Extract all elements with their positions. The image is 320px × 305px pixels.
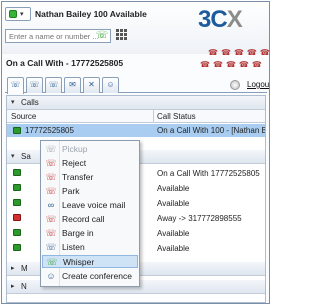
missed-calls-tab[interactable]: ☏ bbox=[26, 77, 43, 93]
active-call-icon bbox=[13, 127, 21, 134]
conference-icon[interactable]: ☎ bbox=[234, 48, 244, 57]
available-status-icon bbox=[13, 244, 21, 251]
presence-icon[interactable] bbox=[230, 80, 240, 90]
extension-status: Available bbox=[157, 244, 190, 253]
logo-x: X bbox=[226, 6, 243, 33]
voicemail-icon[interactable]: ☎ bbox=[226, 60, 236, 69]
chevron-down-icon: ▾ bbox=[20, 11, 24, 18]
menu-item-label: Barge in bbox=[62, 228, 94, 238]
active-call-row[interactable]: 17772525805 On a Call With 100 - [Nathan… bbox=[7, 124, 265, 137]
expand-icon: ▸ bbox=[11, 283, 15, 290]
menu-item-reject[interactable]: ☏ Reject bbox=[42, 157, 138, 170]
call-action-icons: ☎ ☎ ☎ ☎ ☎ bbox=[200, 60, 265, 69]
away-status-icon bbox=[13, 214, 21, 221]
user-status-name: Nathan Bailey 100 Available bbox=[35, 9, 147, 19]
menu-item-label: Pickup bbox=[62, 144, 88, 154]
listen-icon: ☏ bbox=[45, 242, 57, 252]
green-status-icon bbox=[9, 10, 17, 18]
park-icon: ☏ bbox=[45, 186, 57, 196]
logout-link[interactable]: Logout bbox=[247, 80, 269, 89]
conference-icon: ☺ bbox=[46, 271, 56, 281]
call-action-icons-top: ☎ ☎ ☎ ☎ ☎ bbox=[208, 48, 269, 57]
calls-section-label: Calls bbox=[21, 98, 39, 107]
contacts-tab[interactable]: ☺ bbox=[102, 77, 119, 93]
extensions-section-label: Sa bbox=[21, 152, 31, 161]
collapsed-section-label: M bbox=[21, 264, 28, 273]
menu-item-label: Park bbox=[62, 186, 80, 196]
transfer-icon[interactable]: ☎ bbox=[221, 48, 231, 57]
call-title: On a Call With - 17772525805 bbox=[6, 58, 124, 68]
available-status-icon bbox=[13, 229, 21, 236]
settings-tab[interactable]: ✕ bbox=[83, 77, 100, 93]
3cx-logo: 3CX bbox=[198, 6, 243, 34]
record-icon: ☏ bbox=[45, 214, 57, 224]
call-status: On a Call With 100 - [Nathan Baile bbox=[157, 126, 265, 135]
column-separator bbox=[153, 110, 154, 123]
queues-tab[interactable]: ☏ bbox=[45, 77, 62, 93]
call-source: 17772525805 bbox=[25, 126, 74, 135]
menu-item-barge-in[interactable]: ☏ Barge in bbox=[42, 227, 138, 240]
menu-item-create-conference[interactable]: ☺ Create conference bbox=[42, 270, 138, 283]
available-status-icon bbox=[13, 199, 21, 206]
pickup-icon: ☏ bbox=[45, 144, 57, 154]
menu-item-label: Listen bbox=[62, 242, 85, 252]
menu-item-pickup[interactable]: ☏ Pickup bbox=[42, 143, 138, 156]
collapse-icon: ▾ bbox=[11, 153, 15, 160]
extension-status: Available bbox=[157, 199, 190, 208]
barge-in-icon: ☏ bbox=[45, 228, 57, 238]
collapsed-section-label: N bbox=[21, 282, 27, 291]
dial-phone-icon[interactable]: ☏ bbox=[94, 30, 110, 42]
extension-status: Available bbox=[157, 229, 190, 238]
transfer-icon: ☏ bbox=[45, 172, 57, 182]
record-icon[interactable]: ☎ bbox=[260, 48, 269, 57]
menu-item-listen[interactable]: ☏ Listen bbox=[42, 241, 138, 254]
menu-item-label: Whisper bbox=[63, 257, 95, 267]
available-status-icon bbox=[13, 169, 21, 176]
menu-item-record[interactable]: ☏ Record call bbox=[42, 213, 138, 226]
menu-item-label: Leave voice mail bbox=[62, 200, 126, 210]
source-column-header[interactable]: Source bbox=[11, 112, 36, 121]
menu-item-park[interactable]: ☏ Park bbox=[42, 185, 138, 198]
expand-icon: ▸ bbox=[11, 265, 15, 272]
hold-call-icon[interactable]: ☎ bbox=[252, 60, 262, 69]
calls-column-header: Source Call Status bbox=[7, 110, 265, 123]
tab-bar: ☏ ☏ ☏ ✉ ✕ ☺ Logout bbox=[5, 77, 269, 94]
extension-status: On a Call With 17772525805 bbox=[157, 169, 260, 178]
menu-item-transfer[interactable]: ☏ Transfer bbox=[42, 171, 138, 184]
logo-text: 3C bbox=[198, 6, 228, 33]
hangup-icon[interactable]: ☎ bbox=[200, 60, 210, 69]
keypad-icon[interactable] bbox=[116, 29, 128, 43]
3cx-client-window: ▾ Nathan Bailey 100 Available 3CX ☏ ☎☎☎☎… bbox=[1, 1, 270, 304]
mute-icon[interactable]: ☎ bbox=[247, 48, 257, 57]
calls-section-header[interactable]: ▾ Calls bbox=[7, 96, 265, 110]
voicemail-icon: ∞ bbox=[47, 200, 55, 210]
header-bar: ▾ Nathan Bailey 100 Available 3CX ☏ ☎☎☎☎… bbox=[2, 2, 269, 57]
menu-item-voicemail[interactable]: ∞ Leave voice mail bbox=[42, 199, 138, 212]
collapse-icon: ▾ bbox=[11, 99, 15, 106]
whisper-icon: ☏ bbox=[46, 257, 58, 267]
menu-item-label: Transfer bbox=[62, 172, 94, 182]
extension-status: Available bbox=[157, 184, 190, 193]
status-dropdown[interactable]: ▾ bbox=[5, 7, 31, 21]
whisper-icon[interactable]: ☎ bbox=[239, 60, 249, 69]
call-context-menu: ☏ Pickup ☏ Reject ☏ Transfer ☏ Park ∞ Le… bbox=[40, 140, 140, 287]
park-icon[interactable]: ☎ bbox=[213, 60, 223, 69]
phone-tab[interactable]: ☏ bbox=[7, 77, 24, 94]
status-column-header[interactable]: Call Status bbox=[157, 112, 196, 121]
chat-tab[interactable]: ✉ bbox=[64, 77, 81, 93]
menu-item-whisper[interactable]: ☏ Whisper bbox=[42, 255, 138, 268]
menu-item-label: Create conference bbox=[62, 271, 132, 281]
available-status-icon bbox=[13, 184, 21, 191]
menu-item-label: Reject bbox=[62, 158, 87, 168]
hold-icon[interactable]: ☎ bbox=[208, 48, 218, 57]
menu-item-label: Record call bbox=[62, 214, 105, 224]
extension-status: Away -> 317772898555 bbox=[157, 214, 242, 223]
reject-icon: ☏ bbox=[45, 158, 57, 168]
